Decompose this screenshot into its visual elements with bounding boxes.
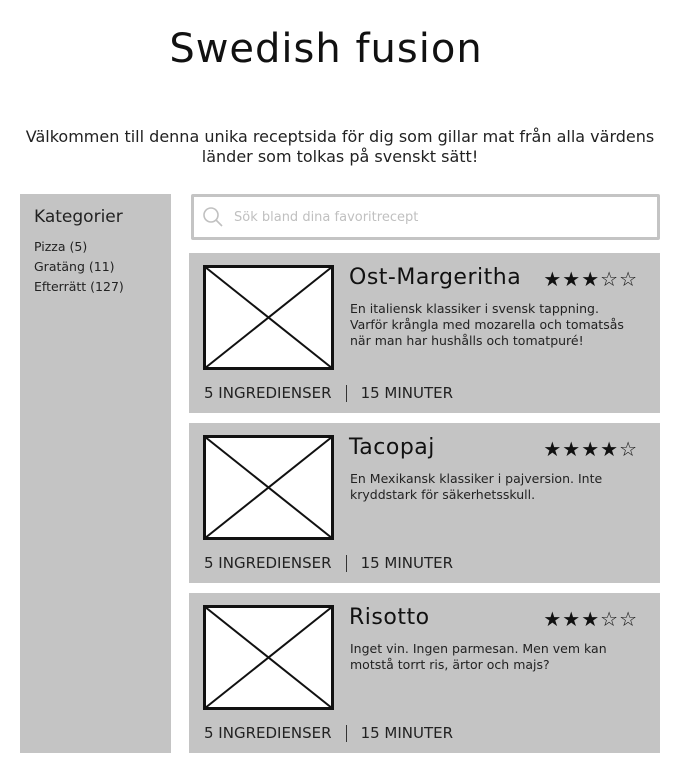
search-bar[interactable] <box>191 194 660 240</box>
cook-time: 15 MINUTER <box>360 724 454 742</box>
recipe-title[interactable]: Risotto <box>349 605 430 630</box>
image-placeholder-icon <box>203 605 334 710</box>
image-placeholder-icon <box>203 265 334 370</box>
recipe-card[interactable]: Tacopaj ★★★★☆ En Mexikansk klassiker i p… <box>189 423 660 583</box>
recipe-title[interactable]: Ost-Margeritha <box>349 265 521 290</box>
cook-time: 15 MINUTER <box>360 384 454 402</box>
category-item-pizza[interactable]: Pizza (5) <box>34 237 124 257</box>
category-list: Pizza (5) Gratäng (11) Efterrätt (127) <box>34 237 124 297</box>
recipe-description: En italiensk klassiker i svensk tappning… <box>350 301 624 348</box>
recipe-title[interactable]: Tacopaj <box>349 435 435 460</box>
search-icon <box>203 207 223 227</box>
rating-stars: ★★★★☆ <box>543 437 638 461</box>
recipe-description: En Mexikansk klassiker i pajversion. Int… <box>350 471 603 502</box>
ingredient-count: 5 INGREDIENSER <box>204 384 332 402</box>
recipe-card[interactable]: Ost-Margeritha ★★★☆☆ En italiensk klassi… <box>189 253 660 413</box>
search-input[interactable] <box>232 203 646 231</box>
meta-divider <box>345 554 347 572</box>
meta-divider <box>345 384 347 402</box>
rating-stars: ★★★☆☆ <box>543 267 638 291</box>
recipe-description: Inget vin. Ingen parmesan. Men vem kan m… <box>350 641 607 672</box>
intro-text: Välkommen till denna unika receptsida fö… <box>25 127 655 166</box>
recipe-meta: 5 INGREDIENSER 15 MINUTER <box>204 384 453 402</box>
category-sidebar: Kategorier Pizza (5) Gratäng (11) Efterr… <box>20 194 171 753</box>
recipe-meta: 5 INGREDIENSER 15 MINUTER <box>204 554 453 572</box>
category-item-gratang[interactable]: Gratäng (11) <box>34 257 124 277</box>
rating-stars: ★★★☆☆ <box>543 607 638 631</box>
recipe-meta: 5 INGREDIENSER 15 MINUTER <box>204 724 453 742</box>
cook-time: 15 MINUTER <box>360 554 454 572</box>
page-title: Swedish fusion <box>169 26 483 72</box>
recipe-card[interactable]: Risotto ★★★☆☆ Inget vin. Ingen parmesan.… <box>189 593 660 753</box>
ingredient-count: 5 INGREDIENSER <box>204 724 332 742</box>
image-placeholder-icon <box>203 435 334 540</box>
sidebar-heading: Kategorier <box>34 207 123 227</box>
ingredient-count: 5 INGREDIENSER <box>204 554 332 572</box>
category-item-efterratt[interactable]: Efterrätt (127) <box>34 277 124 297</box>
meta-divider <box>345 724 347 742</box>
